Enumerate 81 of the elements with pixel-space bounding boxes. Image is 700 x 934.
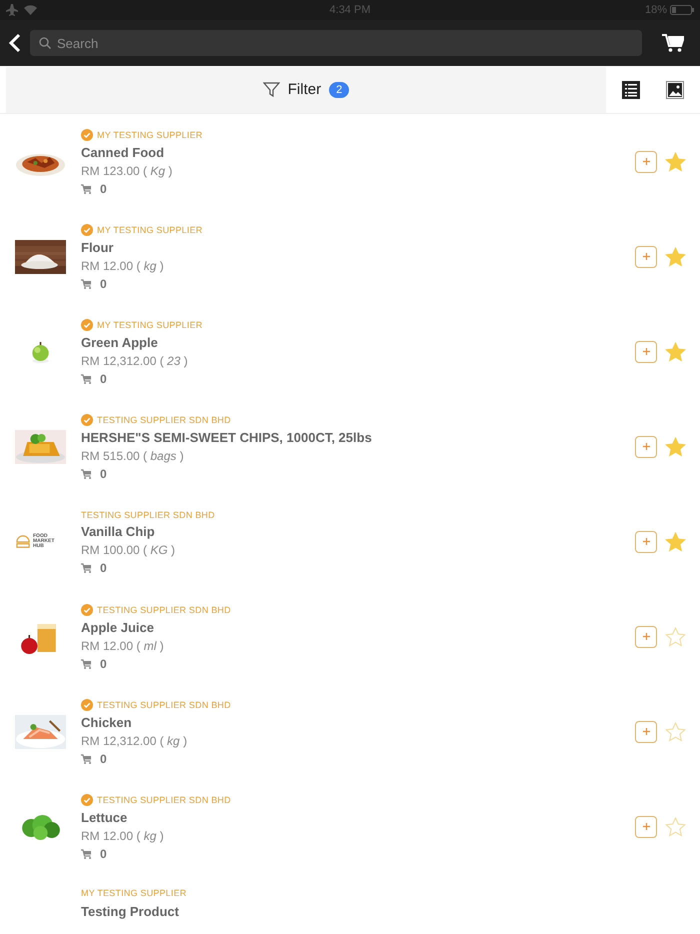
plus-icon [642, 537, 650, 546]
supplier-name: MY TESTING SUPPLIER [97, 130, 202, 140]
product-price: RM 12.00 ( ml ) [81, 639, 165, 653]
supplier-name: MY TESTING SUPPLIER [97, 225, 202, 235]
plus-icon [642, 252, 650, 261]
cart-quantity: 0 [100, 847, 107, 861]
favorite-star-button[interactable] [665, 246, 686, 266]
status-time: 4:34 PM [328, 4, 372, 16]
cart-icon [81, 184, 92, 194]
favorite-star-button[interactable] [665, 436, 686, 456]
add-button[interactable] [635, 816, 657, 838]
add-button[interactable] [635, 246, 657, 268]
plus-icon [642, 822, 650, 831]
product-price: RM 100.00 ( KG ) [81, 543, 176, 557]
supplier-name: MY TESTING SUPPLIER [97, 320, 202, 330]
add-button[interactable] [635, 530, 657, 552]
supplier-name: TESTING SUPPLIER SDN BHD [81, 510, 215, 520]
cart-quantity: 0 [100, 372, 107, 386]
cart-button[interactable] [662, 33, 684, 53]
favorite-star-button[interactable] [665, 532, 686, 552]
favorite-star-button[interactable] [665, 342, 686, 362]
list-view-button[interactable] [620, 78, 642, 100]
product-name: Testing Product [81, 904, 180, 919]
supplier-name: MY TESTING SUPPLIER [81, 888, 186, 898]
cart-quantity: 0 [100, 182, 107, 196]
plus-icon [642, 632, 650, 641]
cart-icon [81, 279, 92, 289]
battery-percent: 18% [644, 4, 667, 16]
cart-quantity: 0 [100, 657, 107, 671]
favorite-star-button[interactable] [665, 152, 686, 172]
cart-icon [81, 754, 92, 764]
cart-icon [81, 849, 92, 859]
wifi-icon [24, 5, 37, 15]
add-button[interactable] [635, 340, 657, 362]
cart-icon [81, 374, 92, 384]
filter-icon [262, 82, 280, 97]
back-button[interactable] [8, 33, 22, 53]
add-button[interactable] [635, 720, 657, 742]
supplier-name: TESTING SUPPLIER SDN BHD [97, 795, 231, 805]
cart-quantity: 0 [100, 467, 107, 481]
plus-icon [642, 442, 650, 451]
airplane-icon [6, 4, 18, 16]
supplier-name: TESTING SUPPLIER SDN BHD [97, 700, 231, 710]
product-name: HERSHE"S SEMI-SWEET CHIPS, 1000CT, 25lbs [81, 430, 373, 445]
filter-count: 2 [329, 82, 350, 98]
product-price: RM 12.00 ( kg ) [81, 259, 165, 273]
favorite-star-button[interactable] [665, 816, 686, 836]
filter-button[interactable]: Filter [288, 81, 322, 98]
logo-icon [15, 534, 31, 548]
supplier-name: TESTING SUPPLIER SDN BHD [97, 415, 231, 425]
search-field[interactable]: Search [30, 30, 642, 56]
product-price: RM 12,312.00 ( kg ) [81, 734, 188, 748]
product-name: Vanilla Chip [81, 524, 156, 539]
supplier-name: TESTING SUPPLIER SDN BHD [97, 605, 231, 615]
add-button[interactable] [635, 436, 657, 458]
cart-quantity: 0 [100, 561, 107, 575]
product-name: Green Apple [81, 335, 159, 350]
product-price: RM 12,312.00 ( 23 ) [81, 354, 189, 368]
product-price: RM 123.00 ( Kg ) [81, 164, 174, 178]
search-icon [39, 37, 51, 49]
favorite-star-button[interactable] [665, 626, 686, 646]
cart-icon [81, 563, 92, 573]
product-name: Flour [81, 240, 114, 255]
product-price: RM 515.00 ( bags ) [81, 449, 185, 463]
plus-icon [642, 727, 650, 736]
plus-icon [642, 157, 650, 166]
product-name: Chicken [81, 715, 133, 730]
plus-icon [642, 347, 650, 356]
cart-icon [81, 469, 92, 479]
battery-icon [670, 5, 694, 15]
favorite-star-button[interactable] [665, 722, 686, 742]
cart-icon [81, 659, 92, 669]
product-price: RM 12.00 ( kg ) [81, 829, 165, 843]
add-button[interactable] [635, 626, 657, 648]
cart-quantity: 0 [100, 752, 107, 766]
cart-quantity: 0 [100, 277, 107, 291]
product-name: Lettuce [81, 810, 128, 825]
product-name: Canned Food [81, 145, 166, 160]
image-view-button[interactable] [664, 78, 686, 100]
add-button[interactable] [635, 150, 657, 172]
product-name: Apple Juice [81, 620, 155, 635]
